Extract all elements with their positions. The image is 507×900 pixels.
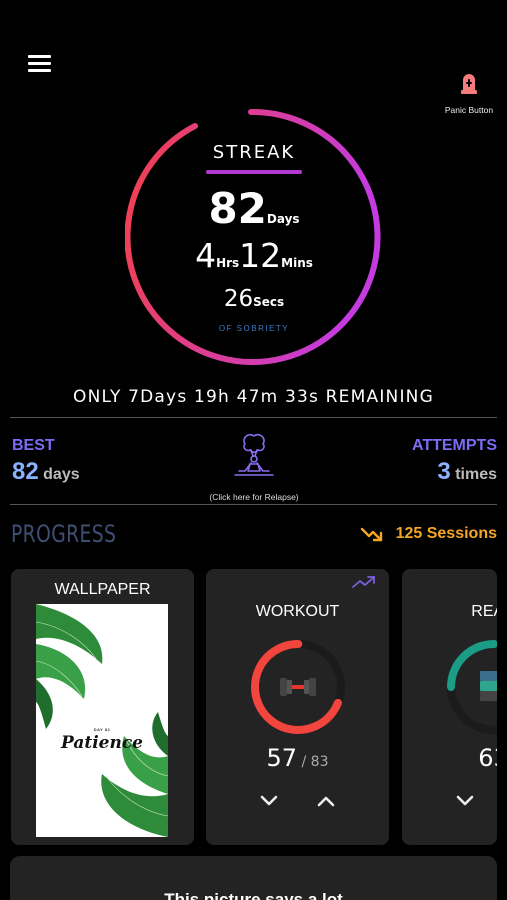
quote-text: This picture says a lot — [164, 890, 343, 900]
chevron-down-icon[interactable] — [454, 794, 476, 808]
streak-label: STREAK — [212, 142, 296, 163]
relapse-label: (Click here for Relapse) — [209, 492, 299, 502]
quote-card[interactable]: This picture says a lot — [10, 856, 497, 900]
workout-title: WORKOUT — [255, 603, 340, 620]
wallpaper-title: WALLPAPER — [54, 581, 151, 598]
reading-title: READ — [471, 603, 497, 620]
streak-minutes-unit: Mins — [281, 256, 313, 270]
wallpaper-word: Patience — [61, 733, 143, 753]
progress-title: PROGRESS — [11, 520, 117, 548]
hamburger-menu-icon — [28, 55, 51, 58]
best-streak: BEST 82 days — [12, 437, 80, 486]
trending-up-icon — [352, 576, 375, 588]
chevron-up-icon[interactable] — [315, 794, 337, 808]
relapse-button[interactable]: (Click here for Relapse) — [195, 430, 313, 502]
sessions-count: 125 Sessions — [395, 525, 497, 542]
best-value: 82 — [12, 458, 39, 485]
reading-stat: 63 — [402, 744, 497, 772]
streak-days: 82Days — [125, 184, 383, 233]
workout-stat: 57 / 83 — [206, 744, 389, 772]
sobriety-subtitle: OF SOBRIETY — [218, 324, 290, 333]
siren-icon — [461, 74, 477, 94]
chevron-down-icon[interactable] — [258, 794, 280, 808]
streak-seconds-unit: Secs — [253, 295, 285, 309]
leaf-decoration — [36, 604, 168, 837]
attempts-value: 3 — [437, 458, 451, 485]
menu-button[interactable] — [28, 55, 52, 75]
dumbbell-icon — [280, 678, 316, 696]
attempts-label: ATTEMPTS — [411, 437, 497, 454]
panic-button-label: Panic Button — [444, 105, 494, 115]
wallpaper-image[interactable]: DAY 82 Patience — [36, 604, 168, 837]
best-unit: days — [43, 466, 80, 483]
streak-seconds-value: 26 — [223, 286, 254, 312]
streak-minutes-value: 12 — [239, 236, 282, 275]
panic-button[interactable]: Panic Button — [441, 70, 497, 115]
streak-counter: STREAK 82Days 4Hrs12Mins 26Secs OF SOBRI… — [125, 108, 383, 366]
wallpaper-day-text: DAY 82 — [93, 727, 111, 732]
reading-value: 63 — [478, 744, 497, 772]
streak-seconds: 26Secs — [125, 286, 383, 312]
reading-card[interactable]: READ 63 — [402, 569, 497, 845]
wallpaper-card[interactable]: WALLPAPER DAY 82 Patience — [11, 569, 194, 845]
streak-days-unit: Days — [266, 212, 300, 226]
workout-value: 57 — [266, 744, 298, 772]
attempts-count: ATTEMPTS 3 times — [412, 437, 497, 486]
sessions-summary[interactable]: 125 Sessions — [360, 525, 497, 543]
workout-total: / 83 — [301, 754, 329, 770]
relapse-person-icon — [234, 433, 274, 476]
trending-down-icon — [360, 527, 382, 542]
attempts-unit: times — [455, 466, 497, 483]
streak-hours-minutes: 4Hrs12Mins — [125, 236, 383, 275]
divider — [10, 504, 497, 505]
streak-hours-unit: Hrs — [216, 256, 240, 270]
remaining-time: ONLY 7Days 19h 47m 33s REMAINING — [73, 387, 434, 407]
best-label: BEST — [12, 437, 55, 454]
streak-underline — [206, 170, 302, 174]
streak-days-value: 82 — [208, 184, 267, 233]
streak-hours-value: 4 — [195, 236, 217, 275]
workout-card[interactable]: WORKOUT 57 / 83 — [206, 569, 389, 845]
book-icon — [480, 671, 497, 701]
divider — [10, 417, 497, 418]
